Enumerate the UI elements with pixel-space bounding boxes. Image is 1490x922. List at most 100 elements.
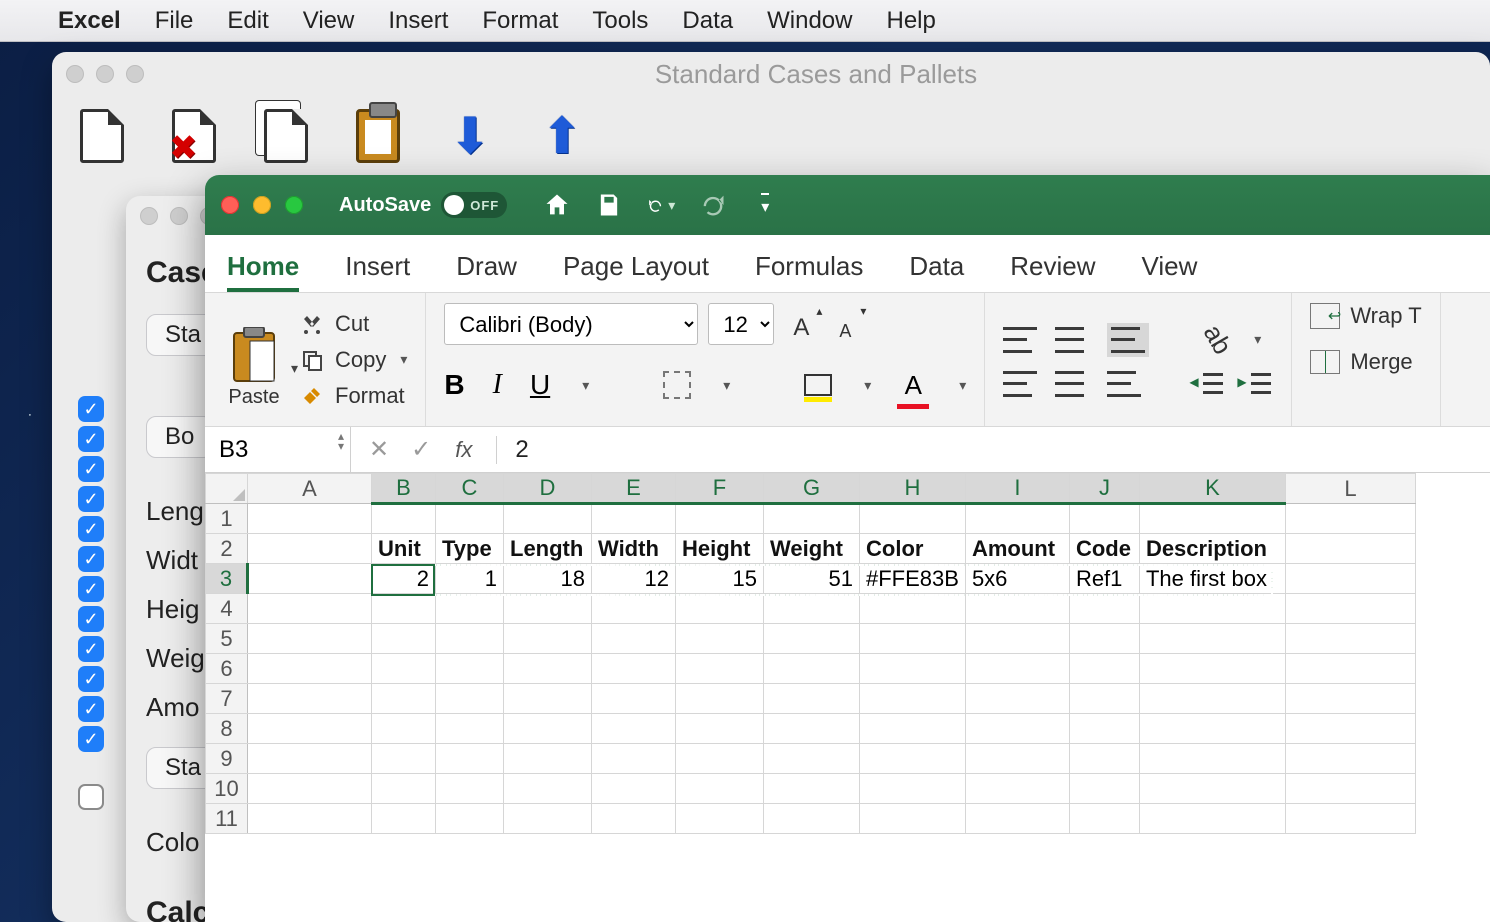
accept-formula-icon[interactable]: ✓ <box>411 435 431 464</box>
col-header-E[interactable]: E <box>592 474 676 504</box>
chevron-down-icon[interactable]: ▾ <box>582 377 589 394</box>
tab-insert[interactable]: Insert <box>345 251 410 292</box>
menubar-help[interactable]: Help <box>886 7 935 35</box>
tab-home[interactable]: Home <box>227 251 299 292</box>
menubar-format[interactable]: Format <box>482 7 558 35</box>
borders-icon[interactable] <box>663 371 691 399</box>
chevron-down-icon[interactable]: ▾ <box>864 377 871 394</box>
minimize-icon[interactable] <box>96 65 114 83</box>
checkbox-icon[interactable]: ✓ <box>78 696 104 722</box>
checkbox-icon[interactable]: ✓ <box>78 516 104 542</box>
cut-button[interactable]: Cut <box>299 311 407 337</box>
minimize-icon[interactable] <box>253 196 271 214</box>
name-box[interactable]: B3 ▴▾ <box>205 427 351 472</box>
switch-off-icon[interactable]: OFF <box>441 192 507 218</box>
col-header-H[interactable]: H <box>860 474 966 504</box>
row-header[interactable]: 9 <box>206 744 248 774</box>
select-all-corner[interactable] <box>206 474 248 504</box>
row-header[interactable]: 10 <box>206 774 248 804</box>
cancel-formula-icon[interactable]: ✕ <box>369 435 389 464</box>
checkbox-icon[interactable]: ✓ <box>78 666 104 692</box>
cell[interactable]: Description <box>1139 534 1285 564</box>
paste-button[interactable]: ▾ <box>223 310 285 384</box>
chevron-down-icon[interactable]: ▾ <box>400 351 407 368</box>
wrap-text-button[interactable]: Wrap T <box>1310 303 1421 329</box>
checkbox-icon[interactable]: ✓ <box>78 426 104 452</box>
menubar-insert[interactable]: Insert <box>388 7 448 35</box>
upload-arrow-icon[interactable]: ⬆ <box>534 108 590 164</box>
checkbox-icon[interactable]: ✓ <box>78 456 104 482</box>
decrease-font-icon[interactable]: A▾ <box>828 306 862 342</box>
col-header-G[interactable]: G <box>764 474 860 504</box>
format-painter-button[interactable]: Format <box>299 383 407 409</box>
cell[interactable]: Color <box>860 534 966 564</box>
font-size-select[interactable]: 12 <box>708 303 774 345</box>
align-bottom-icon[interactable] <box>1107 323 1149 357</box>
tab-draw[interactable]: Draw <box>456 251 517 292</box>
cell-J3[interactable]: Ref1 <box>1069 564 1139 594</box>
cell-F3[interactable]: 15 <box>676 564 764 594</box>
checkbox-icon[interactable]: ✓ <box>78 606 104 632</box>
col-header-L[interactable]: L <box>1285 474 1415 504</box>
cell[interactable]: Weight <box>764 534 860 564</box>
font-color-icon[interactable]: A <box>899 370 927 401</box>
cell[interactable]: Code <box>1069 534 1139 564</box>
tab-data[interactable]: Data <box>909 251 964 292</box>
checkbox-empty-icon[interactable]: ✓ <box>78 784 104 810</box>
decrease-indent-icon[interactable] <box>1195 371 1225 397</box>
cell-G3[interactable]: 51 <box>764 564 860 594</box>
increase-font-icon[interactable]: A▴ <box>784 306 818 342</box>
col-header-K[interactable]: K <box>1139 474 1285 504</box>
excel-titlebar[interactable]: AutoSave OFF ▾ ▾ <box>205 175 1490 235</box>
checkbox-icon[interactable]: ✓ <box>78 726 104 752</box>
undo-icon[interactable]: ▾ <box>647 191 675 219</box>
zoom-icon[interactable] <box>285 196 303 214</box>
formula-input[interactable]: 2 <box>505 436 1490 464</box>
checkbox-icon[interactable]: ✓ <box>78 546 104 572</box>
duplicate-doc-icon[interactable] <box>258 108 314 164</box>
tab-formulas[interactable]: Formulas <box>755 251 863 292</box>
chevron-down-icon[interactable]: ▾ <box>723 377 730 394</box>
fx-icon[interactable]: fx <box>455 437 472 463</box>
close-icon[interactable] <box>66 65 84 83</box>
chevron-down-icon[interactable]: ▾ <box>1254 331 1261 348</box>
menubar-app-name[interactable]: Excel <box>58 7 121 35</box>
align-center-icon[interactable] <box>1055 371 1089 397</box>
merge-button[interactable]: Merge <box>1310 349 1412 375</box>
cell-K3[interactable]: The first box <box>1139 564 1285 594</box>
cell-C3[interactable]: 1 <box>436 564 504 594</box>
bold-button[interactable]: B <box>444 369 464 401</box>
save-icon[interactable] <box>595 191 623 219</box>
tab-review[interactable]: Review <box>1010 251 1095 292</box>
increase-indent-icon[interactable] <box>1243 371 1273 397</box>
menubar-window[interactable]: Window <box>767 7 852 35</box>
row-header[interactable]: 5 <box>206 624 248 654</box>
checkbox-icon[interactable]: ✓ <box>78 576 104 602</box>
row-header[interactable]: 7 <box>206 684 248 714</box>
menubar-edit[interactable]: Edit <box>227 7 268 35</box>
row-header[interactable]: 1 <box>206 504 248 534</box>
orientation-icon[interactable]: ab <box>1197 319 1238 360</box>
row-header[interactable]: 3 <box>206 564 248 594</box>
row-header[interactable]: 6 <box>206 654 248 684</box>
row-header[interactable]: 8 <box>206 714 248 744</box>
cell[interactable]: Width <box>592 534 676 564</box>
zoom-icon[interactable] <box>126 65 144 83</box>
customize-qat-icon[interactable]: ▾ <box>751 191 779 219</box>
clipboard-icon[interactable] <box>350 108 406 164</box>
cell[interactable]: Height <box>676 534 764 564</box>
redo-icon[interactable] <box>699 191 727 219</box>
fill-color-icon[interactable] <box>804 374 832 396</box>
align-left-icon[interactable] <box>1003 371 1037 397</box>
col-header-A[interactable]: A <box>248 474 372 504</box>
autosave-toggle[interactable]: AutoSave OFF <box>339 192 507 218</box>
cell[interactable]: Length <box>504 534 592 564</box>
tab-view[interactable]: View <box>1142 251 1198 292</box>
tab-page-layout[interactable]: Page Layout <box>563 251 709 292</box>
chevron-down-icon[interactable]: ▾ <box>291 360 298 377</box>
new-doc-icon[interactable] <box>74 108 130 164</box>
row-header[interactable]: 4 <box>206 594 248 624</box>
name-box-stepper[interactable]: ▴▾ <box>338 431 344 451</box>
font-name-select[interactable]: Calibri (Body) <box>444 303 698 345</box>
col-header-D[interactable]: D <box>504 474 592 504</box>
